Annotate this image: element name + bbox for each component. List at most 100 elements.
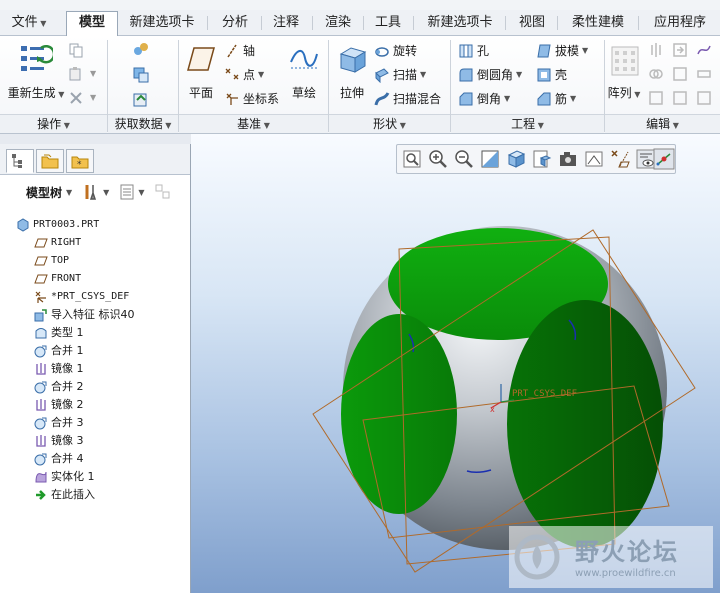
group-engineering[interactable]: 工程 ▼ (451, 114, 604, 133)
offset-button[interactable] (672, 66, 690, 84)
trim-button[interactable] (648, 90, 666, 108)
dropdown-arrow-icon: ▼ (37, 19, 47, 28)
dropdown-arrow-icon: ▼ (55, 90, 65, 99)
pattern-button[interactable]: 阵列 ▼ (608, 40, 642, 108)
tree-node-label: *PRT_CSYS_DEF (51, 291, 130, 302)
extend-button[interactable] (672, 42, 690, 60)
tab-divider (505, 16, 506, 30)
tree-node-top[interactable]: TOP (34, 252, 69, 269)
tab-new-2[interactable]: 新建选项卡 (418, 12, 502, 34)
hole-button[interactable]: 孔 (458, 42, 489, 59)
dropdown-arrow-icon: ▼ (582, 46, 589, 55)
tree-node-mirror-1[interactable]: 镜像 1 (34, 360, 84, 377)
tab-new-1[interactable]: 新建选项卡 (120, 12, 204, 34)
copy-button[interactable] (68, 42, 86, 60)
tree-node-mirror-2[interactable]: 镜像 2 (34, 396, 84, 413)
group-label: 编辑 (646, 117, 671, 131)
dropdown-arrow-icon: ▼ (516, 70, 523, 79)
udf-icon (134, 43, 148, 55)
tree-node-merge-1[interactable]: 合并 1 (34, 342, 84, 359)
chamfer-button[interactable]: 倒角 ▼ (458, 90, 510, 107)
paste-button[interactable]: ▼ (68, 66, 102, 84)
show-menu-icon[interactable] (119, 183, 135, 201)
sketch-button[interactable]: 草绘 (286, 40, 322, 108)
tree-node-insert-here[interactable]: 在此插入 (34, 486, 95, 503)
dropdown-arrow-icon[interactable]: ▼ (103, 188, 109, 197)
thicken-button[interactable] (696, 66, 714, 84)
tree-node-merge-3[interactable]: 合并 3 (34, 414, 84, 431)
tab-flexible-modeling[interactable]: 柔性建模 (562, 12, 634, 34)
graphics-viewport[interactable]: x PRT_CSYS_DEF 野火论坛 www.proewildfire.cn (191, 134, 720, 593)
swept-blend-button[interactable]: 扫描混合 (374, 90, 441, 107)
tab-favorites[interactable]: * (66, 149, 94, 173)
tree-node-right[interactable]: RIGHT (34, 234, 81, 251)
sweep-button[interactable]: 扫描 ▼ (374, 66, 426, 83)
round-button[interactable]: 倒圆角 ▼ (458, 66, 522, 83)
tree-node-part[interactable]: PRT0003.PRT (16, 216, 99, 233)
tab-analysis[interactable]: 分析 (212, 12, 258, 34)
draft-button[interactable]: 拔模 ▼ (536, 42, 588, 59)
model-tree-title[interactable]: 模型树 (26, 184, 62, 201)
tab-tools[interactable]: 工具 (366, 12, 410, 34)
project-button[interactable] (696, 42, 714, 60)
tree-node-merge-4[interactable]: 合并 4 (34, 450, 84, 467)
solidify-button[interactable] (696, 90, 714, 108)
csys-icon (35, 291, 46, 303)
group-editing[interactable]: 编辑 ▼ (605, 114, 720, 133)
dropdown-arrow-icon[interactable]: ▼ (138, 188, 144, 197)
group-operations[interactable]: 操作 ▼ (0, 114, 107, 133)
copy-geometry-button[interactable] (132, 66, 152, 86)
extrude-button[interactable]: 拉伸 (334, 40, 370, 108)
datum-point-button[interactable]: 点 ▼ (224, 66, 264, 83)
group-datum[interactable]: 基准 ▼ (179, 114, 328, 133)
shrinkwrap-button[interactable] (132, 90, 152, 110)
csys-label: 坐标系 (243, 92, 280, 106)
filter-icon[interactable] (154, 183, 172, 201)
tree-node-mirror-3[interactable]: 镜像 3 (34, 432, 84, 449)
mirror-button[interactable] (648, 42, 666, 60)
shell-button[interactable]: 壳 (536, 66, 567, 83)
tab-render[interactable]: 渲染 (316, 12, 360, 34)
tree-node-solidify-1[interactable]: 实体化 1 (34, 468, 95, 485)
tree-node-label: 镜像 3 (51, 434, 84, 447)
tab-label: 视图 (518, 15, 545, 30)
dropdown-arrow-icon[interactable]: ▼ (66, 188, 72, 197)
datum-plane-button[interactable]: 平面 (184, 40, 218, 108)
tree-node-import-feature[interactable]: 导入特征 标识40 (34, 306, 135, 323)
tab-divider (207, 16, 208, 30)
tab-annotate[interactable]: 注释 (264, 12, 308, 34)
tab-model[interactable]: 模型 (66, 11, 118, 37)
regenerate-button[interactable]: 重新生成 ▼ (8, 40, 64, 108)
rib-button[interactable]: 筋 ▼ (536, 90, 576, 107)
merge-button[interactable] (648, 66, 666, 84)
tree-node-type-1[interactable]: 类型 1 (34, 324, 84, 341)
datum-csys-button[interactable]: 坐标系 (224, 90, 279, 107)
tree-settings-tools-icon[interactable] (82, 183, 100, 201)
tab-label: 新建选项卡 (129, 15, 195, 30)
user-defined-feature-button[interactable] (132, 40, 152, 60)
tab-label: 工具 (374, 15, 401, 30)
tab-applications[interactable]: 应用程序 (642, 12, 718, 34)
tab-view[interactable]: 视图 (510, 12, 554, 34)
intersect-button[interactable] (672, 90, 690, 108)
revolve-button[interactable]: 旋转 (374, 42, 417, 59)
tab-model-tree[interactable] (6, 149, 34, 173)
tree-node-label: FRONT (51, 273, 82, 284)
tree-node-label: 类型 1 (51, 326, 84, 339)
dropdown-arrow-icon: ▼ (261, 121, 270, 130)
tree-node-merge-2[interactable]: 合并 2 (34, 378, 84, 395)
dropdown-arrow-icon: ▼ (61, 121, 70, 130)
tree-node-front[interactable]: FRONT (34, 270, 81, 287)
shrinkwrap-icon (133, 93, 147, 107)
model-graphics[interactable]: x PRT_CSYS_DEF (191, 134, 720, 593)
sweep-icon (375, 67, 389, 83)
tab-file[interactable]: 文件 ▼ (4, 12, 54, 34)
sweep-label: 扫描 (393, 68, 418, 82)
merge-icon (649, 69, 663, 79)
datum-axis-button[interactable]: 轴 (224, 42, 255, 59)
group-shapes[interactable]: 形状 ▼ (329, 114, 450, 133)
tab-folder-browser[interactable] (36, 149, 64, 173)
tree-node-csys[interactable]: *PRT_CSYS_DEF (34, 288, 129, 305)
group-get-data[interactable]: 获取数据 ▼ (108, 114, 178, 133)
delete-button[interactable]: ▼ (68, 90, 102, 108)
